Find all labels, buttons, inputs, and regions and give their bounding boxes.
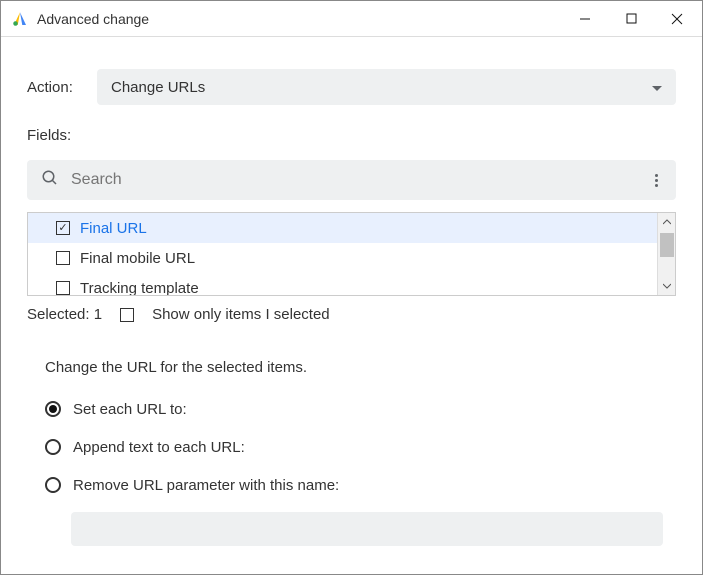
radio-label: Append text to each URL: (73, 439, 245, 456)
fields-list-items: Final URL Final mobile URL Tracking temp… (28, 213, 657, 295)
caret-down-icon (652, 79, 662, 96)
action-label: Action: (27, 79, 97, 96)
minimize-button[interactable] (562, 3, 608, 35)
list-item[interactable]: Tracking template (28, 273, 657, 295)
action-dropdown-value: Change URLs (111, 79, 205, 96)
list-item-label: Final mobile URL (80, 250, 195, 267)
radio-button[interactable] (45, 439, 61, 455)
scroll-down-icon[interactable] (658, 277, 675, 295)
list-item-label: Tracking template (80, 280, 199, 296)
window-controls (562, 3, 700, 35)
selected-count: Selected: 1 (27, 306, 102, 323)
search-icon (41, 169, 59, 192)
radio-append[interactable]: Append text to each URL: (45, 428, 676, 466)
scroll-thumb[interactable] (660, 233, 674, 257)
titlebar: Advanced change (1, 1, 702, 37)
parameter-input[interactable] (71, 512, 663, 546)
show-only-label: Show only items I selected (152, 306, 330, 323)
radio-remove-param[interactable]: Remove URL parameter with this name: (45, 466, 676, 504)
checkbox[interactable] (56, 281, 70, 295)
checkbox[interactable] (120, 308, 134, 322)
fields-listbox: Final URL Final mobile URL Tracking temp… (27, 212, 676, 296)
list-item[interactable]: Final URL (28, 213, 657, 243)
scroll-up-icon[interactable] (658, 213, 675, 231)
action-dropdown[interactable]: Change URLs (97, 69, 676, 105)
instruction-text: Change the URL for the selected items. (45, 359, 676, 376)
radio-set-each[interactable]: Set each URL to: (45, 390, 676, 428)
action-row: Action: Change URLs (27, 69, 676, 105)
fields-label: Fields: (27, 127, 676, 144)
radio-label: Remove URL parameter with this name: (73, 477, 339, 494)
scrollbar[interactable] (657, 213, 675, 295)
maximize-button[interactable] (608, 3, 654, 35)
radio-group: Set each URL to: Append text to each URL… (45, 390, 676, 504)
content: Action: Change URLs Fields: Final URL Fi… (1, 37, 702, 546)
radio-button[interactable] (45, 401, 61, 417)
list-item-label: Final URL (80, 220, 147, 237)
search-input[interactable] (71, 171, 651, 189)
more-options-icon[interactable] (651, 170, 662, 191)
show-only-selected[interactable]: Show only items I selected (120, 306, 330, 323)
list-item[interactable]: Final mobile URL (28, 243, 657, 273)
checkbox[interactable] (56, 251, 70, 265)
search-bar (27, 160, 676, 200)
radio-label: Set each URL to: (73, 401, 187, 418)
radio-button[interactable] (45, 477, 61, 493)
close-button[interactable] (654, 3, 700, 35)
checkbox[interactable] (56, 221, 70, 235)
selected-row: Selected: 1 Show only items I selected (27, 306, 676, 323)
app-logo-icon (11, 10, 29, 28)
window-title: Advanced change (37, 11, 562, 27)
